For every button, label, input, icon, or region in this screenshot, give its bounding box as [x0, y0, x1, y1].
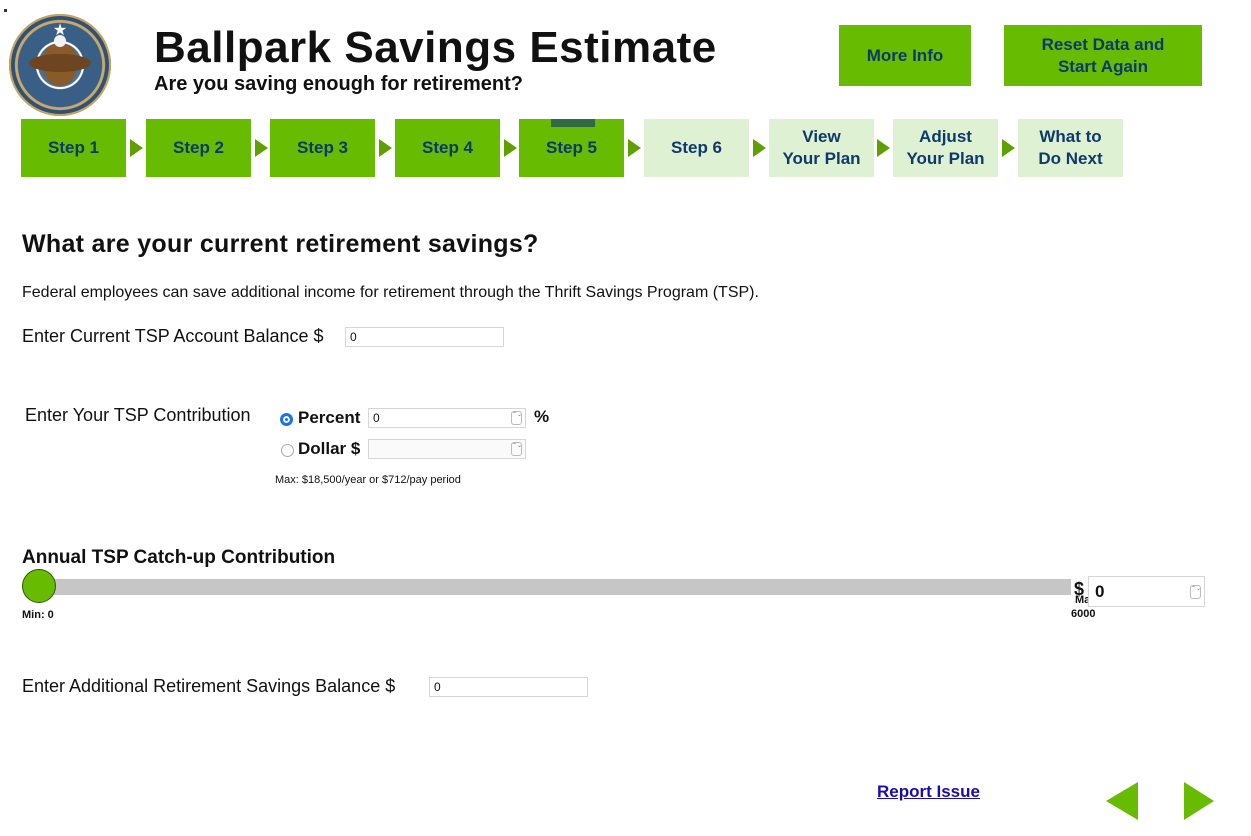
step-arrow-icon — [753, 139, 766, 157]
catchup-input[interactable] — [1088, 576, 1205, 607]
additional-savings-input[interactable] — [429, 677, 588, 697]
catchup-heading: Annual TSP Catch-up Contribution — [22, 547, 336, 568]
step-5-tab[interactable]: Step 5 — [519, 119, 624, 177]
current-step-indicator — [551, 119, 595, 127]
corner-dot — [4, 9, 7, 12]
tsp-balance-label: Enter Current TSP Account Balance $ — [22, 326, 324, 346]
adjust-plan-tab[interactable]: Adjust Your Plan — [893, 119, 998, 177]
dollar-label: Dollar $ — [298, 439, 361, 458]
spinner-icon[interactable]: ⌃⌄ — [511, 411, 522, 425]
catchup-slider-thumb[interactable] — [22, 569, 56, 603]
step-label: Step 2 — [172, 138, 225, 157]
step-label: View Your Plan — [782, 127, 861, 168]
percent-input[interactable] — [368, 408, 526, 428]
percent-input-wrap: ⌃⌄ — [368, 408, 526, 428]
spinner-icon[interactable]: ⌃⌄ — [1190, 585, 1201, 599]
step-arrow-icon — [379, 139, 392, 157]
step-arrow-icon — [504, 139, 517, 157]
page-title: Ballpark Savings Estimate — [154, 23, 717, 72]
max-contribution-note: Max: $18,500/year or $712/pay period — [275, 474, 461, 486]
step-label: Step 5 — [545, 138, 598, 157]
step-1-tab[interactable]: Step 1 — [21, 119, 126, 177]
step-6-tab[interactable]: Step 6 — [644, 119, 749, 177]
step-label: Adjust Your Plan — [906, 127, 985, 168]
report-issue-link[interactable]: Report Issue — [877, 782, 980, 802]
view-plan-tab[interactable]: View Your Plan — [769, 119, 874, 177]
tsp-contribution-label: Enter Your TSP Contribution — [25, 405, 251, 425]
step-label: Step 1 — [47, 138, 100, 157]
step-arrow-icon — [1002, 139, 1015, 157]
dollar-input-wrap: ⌃⌄ — [368, 439, 526, 459]
dollar-radio[interactable] — [281, 444, 294, 457]
step-label: Step 6 — [670, 138, 723, 157]
step-label: Step 4 — [421, 138, 474, 157]
catchup-currency: $ — [1074, 579, 1085, 599]
section-heading: What are your current retirement savings… — [22, 230, 539, 258]
step-arrow-icon — [255, 139, 268, 157]
step-3-tab[interactable]: Step 3 — [270, 119, 375, 177]
intro-text: Federal employees can save additional in… — [22, 284, 759, 301]
percent-label: Percent — [298, 408, 361, 427]
step-arrow-icon — [628, 139, 641, 157]
page-subtitle: Are you saving enough for retirement? — [154, 73, 523, 95]
step-2-tab[interactable]: Step 2 — [146, 119, 251, 177]
reset-button-label: Reset Data and Start Again — [1041, 34, 1165, 76]
step-arrow-icon — [130, 139, 143, 157]
slider-min-label: Min: 0 — [22, 609, 54, 621]
spinner-icon[interactable]: ⌃⌄ — [511, 442, 522, 456]
step-label: Step 3 — [296, 138, 349, 157]
step-label: What to Do Next — [1038, 127, 1103, 168]
step-arrow-icon — [877, 139, 890, 157]
step-4-tab[interactable]: Step 4 — [395, 119, 500, 177]
more-info-button[interactable]: More Info — [839, 25, 971, 86]
right-arrow-icon[interactable] — [1184, 782, 1214, 820]
what-next-tab[interactable]: What to Do Next — [1018, 119, 1123, 177]
reset-button[interactable]: Reset Data and Start Again — [1004, 25, 1202, 86]
additional-savings-label: Enter Additional Retirement Savings Bala… — [22, 676, 396, 696]
percent-unit: % — [534, 407, 550, 426]
left-arrow-icon[interactable] — [1106, 782, 1138, 820]
dollar-input[interactable] — [368, 439, 526, 459]
tsp-balance-input[interactable] — [345, 327, 504, 347]
slider-max-value: 6000 — [1071, 608, 1096, 620]
catchup-input-wrap: ⌃⌄ — [1088, 576, 1205, 607]
opm-seal-logo: ★ — [9, 14, 111, 116]
percent-radio[interactable] — [280, 413, 293, 426]
catchup-slider-track[interactable] — [26, 579, 1071, 595]
